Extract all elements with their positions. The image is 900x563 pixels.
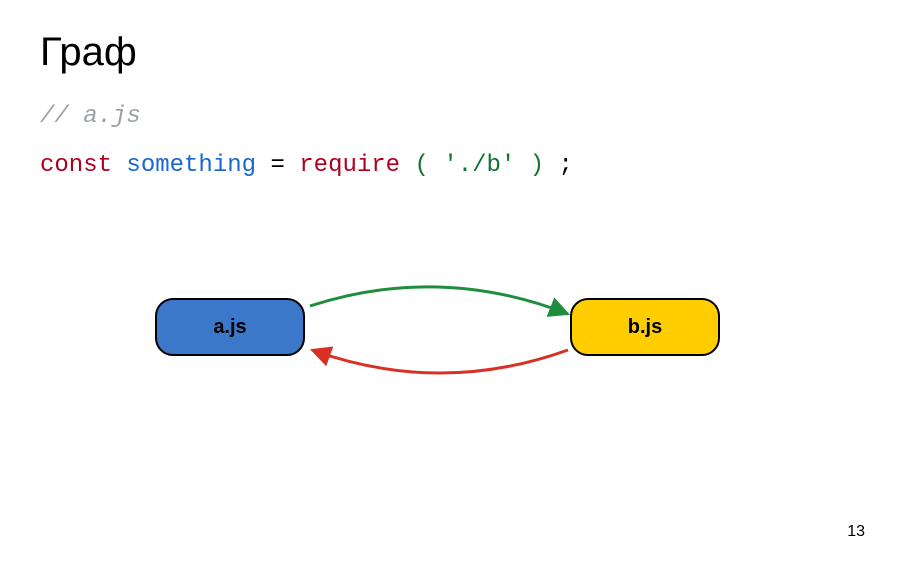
edge-a-to-b: [310, 287, 568, 314]
edge-b-to-a: [312, 350, 568, 373]
graph-node-a: a.js: [155, 298, 305, 356]
code-comment: // a.js: [40, 103, 860, 130]
graph-node-b: b.js: [570, 298, 720, 356]
code-string: './b': [443, 152, 515, 179]
graph-arrows: [0, 280, 900, 480]
code-keyword-const: const: [40, 152, 112, 179]
graph-node-a-label: a.js: [213, 316, 246, 339]
graph-diagram: a.js b.js: [0, 280, 900, 480]
page-number: 13: [847, 523, 865, 541]
code-identifier: something: [126, 152, 256, 179]
code-lparen: (: [415, 152, 429, 179]
code-equals: =: [270, 152, 299, 179]
graph-node-b-label: b.js: [628, 316, 662, 339]
slide: Граф // a.js const something = require (…: [0, 0, 900, 563]
code-semicolon: ;: [559, 152, 573, 179]
page-title: Граф: [40, 30, 860, 75]
code-function-require: require: [299, 152, 400, 179]
code-rparen: ): [530, 152, 544, 179]
code-line: const something = require ( './b' ) ;: [40, 152, 860, 179]
